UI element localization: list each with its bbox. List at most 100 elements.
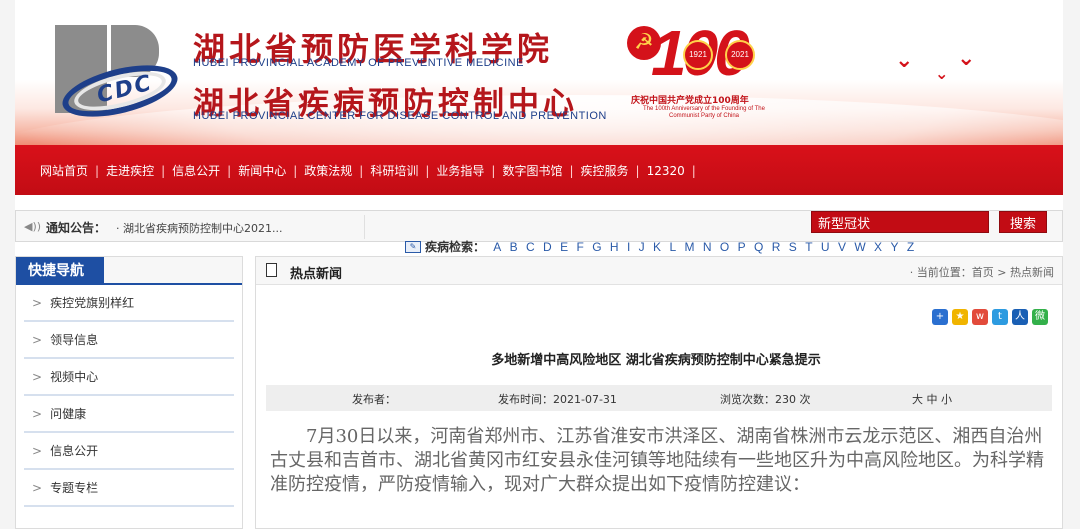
share-toolbar: + ★ w t 人微 bbox=[932, 309, 1048, 325]
speaker-icon: ◀)) bbox=[24, 220, 42, 233]
weibo-icon[interactable]: w bbox=[972, 309, 988, 325]
disease-index-label: 疾病检索： bbox=[425, 240, 486, 254]
disease-index-letter[interactable]: X bbox=[874, 240, 882, 254]
nav-item[interactable]: 走进疾控 bbox=[106, 162, 154, 179]
meta-publisher: 发布者： bbox=[352, 393, 396, 406]
disease-index-letter[interactable]: N bbox=[703, 240, 712, 254]
breadcrumb[interactable]: · 当前位置：首页 > 热点新闻 bbox=[910, 264, 1054, 280]
renren-icon[interactable]: 人 bbox=[1012, 309, 1028, 325]
sidebar: 快捷导航 > 疾控党旗别样红 > 领导信息 > 视频中心 > 问健康 > 信息公开 > 专题专栏 bbox=[15, 256, 243, 529]
bird-icon: ⌄ bbox=[935, 64, 949, 83]
sidebar-header: 快捷导航 bbox=[16, 257, 242, 285]
header-banner: CDC 湖北省预防医学科学院 HUBEI PROVINCIAL ACADEMY … bbox=[15, 0, 1063, 145]
chevron-right-icon: > bbox=[32, 369, 43, 384]
disease-index-letter[interactable]: F bbox=[576, 240, 583, 254]
disease-index-letter[interactable]: C bbox=[526, 240, 535, 254]
disease-index-letter[interactable]: H bbox=[610, 240, 619, 254]
disease-index-letter[interactable]: D bbox=[543, 240, 552, 254]
nav-separator: | bbox=[95, 163, 100, 178]
notice-link[interactable]: · 湖北省疾病预防控制中心2021... bbox=[116, 220, 282, 236]
sidebar-item-label: 领导信息 bbox=[50, 333, 99, 347]
nav-item[interactable]: 数字图书馆 bbox=[502, 162, 562, 179]
disease-index: ✎ 疾病检索： ABCDEFGHIJKLMNOPQRSTUVWXYZ bbox=[405, 238, 918, 255]
sidebar-item[interactable]: > 问健康 bbox=[24, 396, 234, 433]
article-body: 7月30日以来，河南省郑州市、江苏省淮安市洪泽区、湖南省株洲市云龙示范区、湘西自… bbox=[270, 426, 1044, 495]
disease-index-letter[interactable]: J bbox=[639, 240, 645, 254]
anniversary-emblem: 100 ☭ 1921 2021 庆祝中国共产党成立100周年 The 100th… bbox=[627, 17, 777, 120]
chevron-right-icon: > bbox=[32, 332, 43, 347]
sidebar-item[interactable]: > 信息公开 bbox=[24, 433, 234, 470]
anniversary-year-end: 2021 bbox=[725, 40, 755, 70]
disease-index-letter[interactable]: B bbox=[510, 240, 518, 254]
disease-index-letter[interactable]: S bbox=[789, 240, 797, 254]
nav-item[interactable]: 科研培训 bbox=[370, 162, 418, 179]
nav-item[interactable]: 信息公开 bbox=[172, 162, 220, 179]
disease-index-letter[interactable]: Z bbox=[907, 240, 914, 254]
main-header: 热点新闻 · 当前位置：首页 > 热点新闻 bbox=[256, 257, 1062, 285]
sidebar-list: > 疾控党旗别样红 > 领导信息 > 视频中心 > 问健康 > 信息公开 > 专题专栏 bbox=[16, 285, 242, 507]
qzone-icon[interactable]: ★ bbox=[952, 309, 968, 325]
disease-index-letter[interactable]: A bbox=[493, 240, 501, 254]
bird-icon: ⌄ bbox=[895, 48, 914, 73]
nav-list: 网站首页 | 走进疾控 | 信息公开 | 新闻中心 | 政策法规 | 科研培训 | 业务指导 | 数字图书馆… bbox=[40, 162, 703, 179]
sidebar-item[interactable]: > 领导信息 bbox=[24, 322, 234, 359]
disease-index-letter[interactable]: G bbox=[592, 240, 601, 254]
nav-separator: | bbox=[635, 163, 640, 178]
disease-index-letter[interactable]: Y bbox=[890, 240, 898, 254]
nav-item[interactable]: 12320 bbox=[647, 164, 685, 178]
search-input[interactable] bbox=[811, 211, 989, 233]
nav-separator: | bbox=[691, 163, 696, 178]
disease-index-letter[interactable]: R bbox=[772, 240, 781, 254]
party-emblem-icon: ☭ bbox=[627, 26, 661, 60]
sidebar-item[interactable]: > 疾控党旗别样红 bbox=[24, 285, 234, 322]
document-icon bbox=[266, 263, 277, 277]
meta-views: 浏览次数：230 次 bbox=[720, 393, 811, 406]
notice-divider bbox=[364, 215, 365, 239]
nav-item[interactable]: 疾控服务 bbox=[581, 162, 629, 179]
disease-index-letter[interactable]: I bbox=[627, 240, 630, 254]
sidebar-item[interactable]: > 专题专栏 bbox=[24, 470, 234, 507]
disease-index-letter[interactable]: L bbox=[669, 240, 676, 254]
disease-index-letter[interactable]: E bbox=[560, 240, 568, 254]
disease-index-letter[interactable]: W bbox=[854, 240, 865, 254]
nav-separator: | bbox=[359, 163, 364, 178]
disease-index-letter[interactable]: P bbox=[738, 240, 746, 254]
sidebar-item-label: 专题专栏 bbox=[50, 481, 99, 495]
disease-index-letter[interactable]: K bbox=[653, 240, 661, 254]
tencent-weibo-icon[interactable]: t bbox=[992, 309, 1008, 325]
cdc-logo[interactable]: CDC bbox=[55, 25, 185, 127]
page: CDC 湖北省预防医学科学院 HUBEI PROVINCIAL ACADEMY … bbox=[15, 0, 1063, 529]
disease-index-letter[interactable]: O bbox=[720, 240, 729, 254]
bird-icon: ⌄ bbox=[957, 46, 976, 71]
sidebar-title: 快捷导航 bbox=[16, 257, 104, 285]
wechat-icon[interactable]: 微 bbox=[1032, 309, 1048, 325]
disease-index-letter[interactable]: M bbox=[685, 240, 695, 254]
nav-item[interactable]: 业务指导 bbox=[436, 162, 484, 179]
sidebar-item-label: 视频中心 bbox=[50, 370, 99, 384]
nav-item[interactable]: 新闻中心 bbox=[238, 162, 286, 179]
chevron-right-icon: > bbox=[32, 443, 43, 458]
disease-index-letter[interactable]: U bbox=[821, 240, 830, 254]
section-title: 热点新闻 bbox=[290, 267, 343, 282]
birds-decoration-icon: ⌄ ⌄ ⌄ bbox=[895, 40, 995, 100]
disease-index-letter[interactable]: Q bbox=[754, 240, 763, 254]
font-size-switch[interactable]: 大 中 小 bbox=[912, 391, 952, 407]
nav-separator: | bbox=[161, 163, 166, 178]
site-title-cdc-en: HUBEI PROVINCIAL CENTER FOR DISEASE CONT… bbox=[193, 110, 607, 122]
anniversary-caption-en: The 100th Anniversary of the Founding of… bbox=[643, 106, 765, 119]
nav-item[interactable]: 政策法规 bbox=[304, 162, 352, 179]
pencil-icon: ✎ bbox=[405, 240, 421, 253]
nav-item[interactable]: 网站首页 bbox=[40, 162, 88, 179]
nav-separator: | bbox=[491, 163, 496, 178]
sidebar-item[interactable]: > 视频中心 bbox=[24, 359, 234, 396]
article-title: 多地新增中高风险地区 湖北省疾病预防控制中心紧急提示 bbox=[491, 353, 821, 368]
chevron-right-icon: > bbox=[32, 480, 43, 495]
disease-index-letter[interactable]: T bbox=[805, 240, 812, 254]
anniversary-year-start: 1921 bbox=[683, 40, 713, 70]
article-meta: 发布者： 发布时间：2021-07-31 浏览次数：230 次 大 中 小 bbox=[266, 385, 1052, 411]
share-plus-icon[interactable]: + bbox=[932, 309, 948, 325]
search-button[interactable]: 搜索 bbox=[999, 211, 1047, 233]
nav-separator: | bbox=[569, 163, 574, 178]
disease-index-letter[interactable]: V bbox=[838, 240, 846, 254]
meta-publish-time: 发布时间：2021-07-31 bbox=[498, 393, 617, 406]
